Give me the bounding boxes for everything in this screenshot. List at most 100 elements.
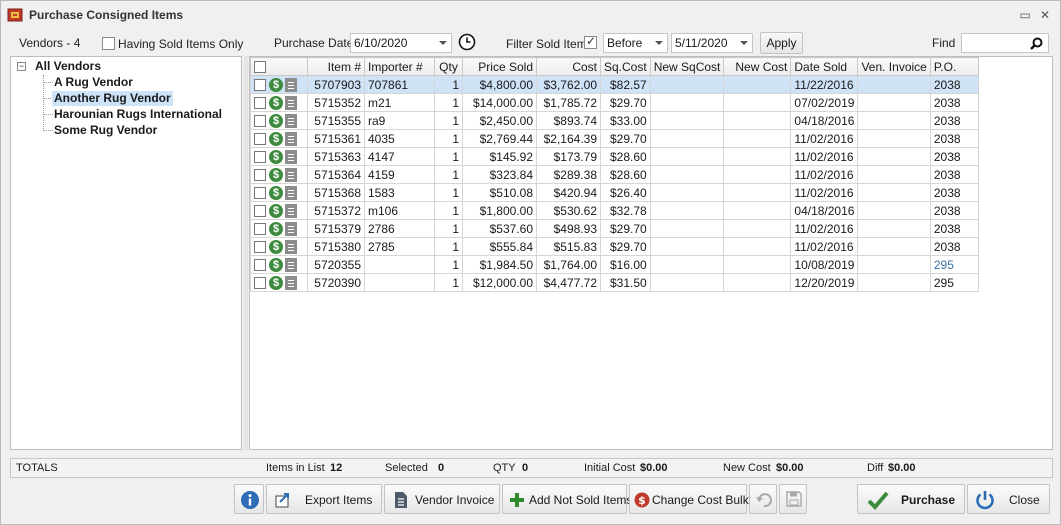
col-price-sold[interactable]: Price Sold xyxy=(462,57,537,76)
row-checkbox[interactable] xyxy=(254,204,266,217)
cell-item: 5720355 xyxy=(307,255,365,274)
row-checkbox[interactable] xyxy=(254,96,266,109)
row-checkbox[interactable] xyxy=(254,240,266,253)
table-row[interactable]: $5707903 707861 1 $4,800.00 $3,762.00 $82.57 1… xyxy=(250,75,979,94)
doc-icon[interactable] xyxy=(285,95,297,110)
minimize-icon[interactable]: ▭ xyxy=(1017,7,1033,23)
dollar-icon[interactable]: $ xyxy=(269,185,283,200)
col-importer[interactable]: Importer # xyxy=(364,57,435,76)
col-date-sold[interactable]: Date Sold xyxy=(790,57,859,76)
apply-button[interactable]: Apply xyxy=(760,32,803,54)
dollar-icon[interactable]: $ xyxy=(269,203,283,218)
chevron-down-icon[interactable] xyxy=(655,41,663,45)
undo-button[interactable] xyxy=(749,484,777,514)
dollar-icon[interactable]: $ xyxy=(269,257,283,272)
change-cost-bulk-button[interactable]: $ Change Cost Bulk xyxy=(629,484,749,514)
col-item[interactable]: Item # xyxy=(307,57,365,76)
info-button[interactable] xyxy=(234,484,264,514)
dollar-icon[interactable]: $ xyxy=(269,167,283,182)
add-not-sold-button[interactable]: Add Not Sold Items xyxy=(502,484,632,514)
dollar-icon[interactable]: $ xyxy=(269,149,283,164)
row-checkbox[interactable] xyxy=(254,168,266,181)
purchase-button[interactable]: Purchase xyxy=(857,484,965,514)
doc-icon[interactable] xyxy=(285,221,297,236)
doc-icon[interactable] xyxy=(285,149,297,164)
filter-date-picker[interactable]: 5/11/2020 xyxy=(671,33,753,53)
dollar-icon[interactable]: $ xyxy=(269,113,283,128)
doc-icon[interactable] xyxy=(285,203,297,218)
close-window-icon[interactable]: ✕ xyxy=(1037,7,1053,23)
dollar-icon[interactable]: $ xyxy=(269,275,283,290)
row-checkbox[interactable] xyxy=(254,114,266,127)
items-in-list-value: 12 xyxy=(330,462,343,474)
search-icon[interactable] xyxy=(1030,37,1043,50)
row-checkbox[interactable] xyxy=(254,186,266,199)
chevron-down-icon[interactable] xyxy=(439,41,447,45)
col-sq-cost[interactable]: Sq.Cost xyxy=(600,57,651,76)
save-button[interactable] xyxy=(779,484,807,514)
row-checkbox[interactable] xyxy=(254,132,266,145)
close-button[interactable]: Close xyxy=(967,484,1050,514)
dollar-icon[interactable]: $ xyxy=(269,131,283,146)
export-items-button[interactable]: Export Items xyxy=(266,484,382,514)
table-row[interactable]: $5720390 1 $12,000.00 $4,477.72 $31.50 12/20/… xyxy=(250,273,979,292)
table-row[interactable]: $5715352 m21 1 $14,000.00 $1,785.72 $29.70 07/… xyxy=(250,93,979,112)
tree-node-vendor[interactable]: A Rug Vendor xyxy=(52,75,135,90)
col-cost[interactable]: Cost xyxy=(536,57,601,76)
table-row[interactable]: $5715363 4147 1 $145.92 $173.79 $28.60 11/02/2… xyxy=(250,147,979,166)
row-checkbox[interactable] xyxy=(254,78,266,91)
row-checkbox[interactable] xyxy=(254,222,266,235)
cell-ven-invoice xyxy=(857,147,931,166)
tree-node-vendor[interactable]: Some Rug Vendor xyxy=(52,123,159,138)
doc-icon[interactable] xyxy=(285,131,297,146)
col-qty[interactable]: Qty xyxy=(434,57,463,76)
panel-splitter[interactable] xyxy=(244,56,248,450)
dollar-icon[interactable]: $ xyxy=(269,239,283,254)
doc-icon[interactable] xyxy=(285,185,297,200)
col-po[interactable]: P.O. xyxy=(929,57,979,76)
dollar-icon[interactable]: $ xyxy=(269,95,283,110)
chevron-down-icon[interactable] xyxy=(740,41,748,45)
row-checkbox[interactable] xyxy=(254,258,266,271)
selected-label: Selected xyxy=(385,462,428,474)
doc-icon[interactable] xyxy=(285,167,297,182)
table-row[interactable]: $5715361 4035 1 $2,769.44 $2,164.39 $29.70 11/… xyxy=(250,129,979,148)
table-row[interactable]: $5715379 2786 1 $537.60 $498.93 $29.70 11/02/2… xyxy=(250,219,979,238)
filter-sold-checkbox[interactable] xyxy=(584,34,597,49)
col-new-cost[interactable]: New Cost xyxy=(723,57,792,76)
doc-icon[interactable] xyxy=(285,257,297,272)
dollar-icon[interactable]: $ xyxy=(269,221,283,236)
cell-ven-invoice xyxy=(857,183,931,202)
vendor-invoice-button[interactable]: Vendor Invoice xyxy=(384,484,500,514)
filter-mode-select[interactable]: Before xyxy=(603,33,668,53)
tree-collapse-icon[interactable]: − xyxy=(17,62,26,71)
tree-node-vendor[interactable]: Another Rug Vendor xyxy=(52,91,173,106)
table-row[interactable]: $5715355 ra9 1 $2,450.00 $893.74 $33.00 04/18/… xyxy=(250,111,979,130)
dollar-icon[interactable]: $ xyxy=(269,77,283,92)
doc-icon[interactable] xyxy=(285,275,297,290)
cell-ven-invoice xyxy=(857,273,931,292)
col-new-sq-cost[interactable]: New SqCost xyxy=(649,57,725,76)
table-row[interactable]: $5715368 1583 1 $510.08 $420.94 $26.40 11/02/2… xyxy=(250,183,979,202)
select-all-header[interactable] xyxy=(250,57,308,76)
cell-price-sold: $555.84 xyxy=(462,237,537,256)
doc-icon[interactable] xyxy=(285,239,297,254)
col-ven-invoice[interactable]: Ven. Invoice xyxy=(857,57,931,76)
row-checkbox[interactable] xyxy=(254,150,266,163)
find-input[interactable] xyxy=(961,33,1049,53)
doc-icon[interactable] xyxy=(285,113,297,128)
tree-node-all-vendors[interactable]: All Vendors xyxy=(33,59,103,74)
cell-date-sold: 11/22/2016 xyxy=(790,75,859,94)
table-row[interactable]: $5715372 m106 1 $1,800.00 $530.62 $32.78 04/18… xyxy=(250,201,979,220)
table-row[interactable]: $5720355 1 $1,984.50 $1,764.00 $16.00 10/08/2… xyxy=(250,255,979,274)
table-row[interactable]: $5715380 2785 1 $555.84 $515.83 $29.70 11/02/2… xyxy=(250,237,979,256)
row-checkbox[interactable] xyxy=(254,276,266,289)
tree-node-vendor[interactable]: Harounian Rugs International xyxy=(52,107,224,122)
having-sold-checkbox[interactable] xyxy=(102,37,115,50)
doc-icon[interactable] xyxy=(285,77,297,92)
purchase-date-picker[interactable]: 6/10/2020 xyxy=(350,33,452,53)
table-row[interactable]: $5715364 4159 1 $323.84 $289.38 $28.60 11/02/2… xyxy=(250,165,979,184)
select-all-checkbox[interactable] xyxy=(254,61,266,74)
clock-icon[interactable] xyxy=(458,33,476,51)
cell-new-cost xyxy=(723,165,792,184)
